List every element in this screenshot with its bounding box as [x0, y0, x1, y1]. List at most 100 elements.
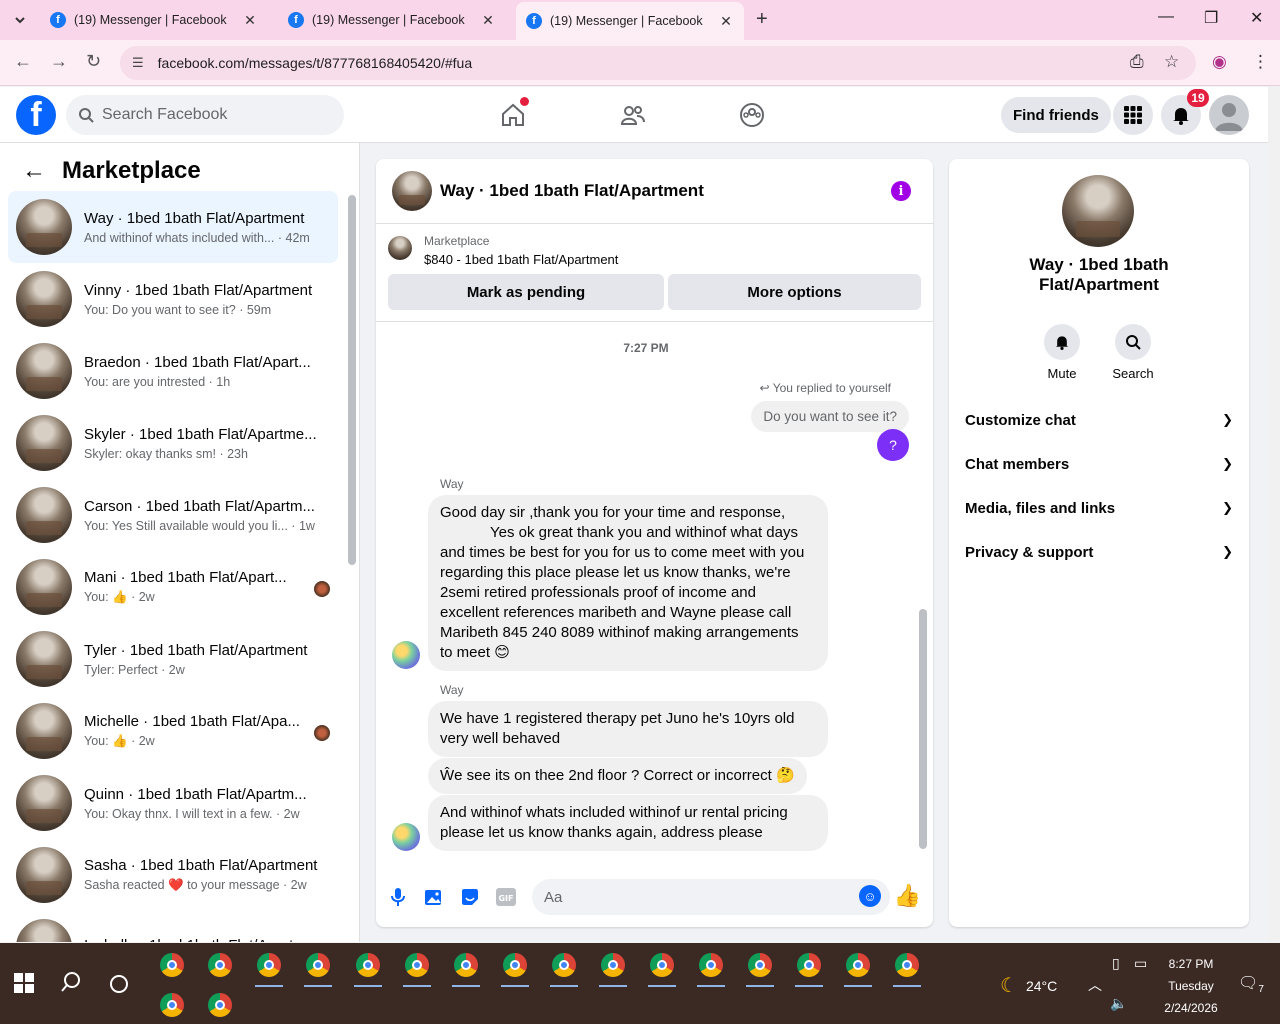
- browser-tab-active[interactable]: f (19) Messenger | Facebook ✕: [516, 2, 744, 40]
- paint-app-icon[interactable]: [154, 947, 190, 983]
- sender-avatar[interactable]: [392, 823, 420, 851]
- facebook-search-input[interactable]: Search Facebook: [66, 95, 344, 135]
- restore-icon[interactable]: ❐: [1204, 8, 1218, 28]
- message-bubble[interactable]: We have 1 registered therapy pet Juno he…: [428, 701, 828, 757]
- message-input[interactable]: Aa: [532, 879, 890, 915]
- replied-message-bubble[interactable]: Do you want to see it?: [751, 401, 909, 432]
- back-icon[interactable]: ←: [14, 51, 32, 72]
- chrome-app-icon[interactable]: [154, 987, 190, 1023]
- thumbs-up-icon[interactable]: 👍: [894, 883, 921, 909]
- bookmark-star-icon[interactable]: ☆: [1164, 52, 1179, 72]
- chrome-app-icon[interactable]: [546, 947, 582, 987]
- message-bubble[interactable]: Ŵe see its on thee 2nd floor ? Correct o…: [428, 758, 807, 794]
- chrome-app-icon[interactable]: [644, 947, 680, 987]
- close-window-icon[interactable]: ✕: [1250, 8, 1263, 28]
- chat-list-item[interactable]: Isabella · 1bed 1bath Flat/Apart...: [8, 911, 338, 942]
- site-info-icon[interactable]: ☰: [132, 55, 144, 71]
- close-tab-icon[interactable]: ✕: [480, 12, 496, 29]
- sender-avatar[interactable]: [392, 641, 420, 669]
- sticker-icon[interactable]: [458, 885, 482, 909]
- network-icon[interactable]: ▭: [1134, 955, 1147, 972]
- listing-price[interactable]: $840 - 1bed 1bath Flat/Apartment: [424, 252, 618, 267]
- chat-list-item[interactable]: Sasha · 1bed 1bath Flat/Apartment Sasha r…: [8, 839, 338, 911]
- tab-search-dropdown-icon[interactable]: [8, 8, 32, 32]
- listing-thumbnail[interactable]: [388, 236, 412, 260]
- windows-start-icon[interactable]: [14, 973, 34, 998]
- chat-list-scrollbar[interactable]: [348, 195, 356, 565]
- mark-as-pending-button[interactable]: Mark as pending: [388, 274, 664, 310]
- chrome-app-icon[interactable]: [350, 947, 386, 987]
- chrome-app-icon[interactable]: [840, 947, 876, 987]
- privacy-support-section[interactable]: Privacy & support ❯: [965, 530, 1233, 574]
- forward-icon[interactable]: →: [50, 51, 68, 72]
- browser-tab[interactable]: f (19) Messenger | Facebook ✕: [40, 4, 268, 36]
- taskbar-clock[interactable]: 8:27 PM Tuesday 2/24/2026: [1156, 953, 1226, 1019]
- chat-list-item[interactable]: Michelle · 1bed 1bath Flat/Apa... You: 👍 …: [8, 695, 338, 767]
- notification-center-icon[interactable]: 🗨7: [1238, 973, 1264, 995]
- chat-info-thumbnail[interactable]: [1062, 175, 1134, 247]
- emoji-icon[interactable]: ☺: [859, 885, 881, 907]
- message-bubble[interactable]: And withinof whats included withinof ur …: [428, 795, 828, 851]
- conversation-title[interactable]: Way · 1bed 1bath Flat/Apartment: [440, 181, 704, 201]
- chrome-app-icon[interactable]: [448, 947, 484, 987]
- customize-chat-section[interactable]: Customize chat ❯: [965, 398, 1233, 442]
- mute-button[interactable]: Mute: [1027, 324, 1097, 381]
- new-tab-icon[interactable]: +: [756, 8, 768, 31]
- weather-widget[interactable]: ☾ 24°C: [1000, 973, 1057, 998]
- browser-tab[interactable]: f (19) Messenger | Facebook ✕: [278, 4, 506, 36]
- close-tab-icon[interactable]: ✕: [242, 12, 258, 29]
- chrome-app-icon[interactable]: [791, 947, 827, 987]
- chat-list-item[interactable]: Mani · 1bed 1bath Flat/Apart... You: 👍 · …: [8, 551, 338, 623]
- profile-icon[interactable]: ◉: [1212, 52, 1227, 72]
- chat-members-section[interactable]: Chat members ❯: [965, 442, 1233, 486]
- chrome-app-icon[interactable]: [889, 947, 925, 987]
- find-friends-button[interactable]: Find friends: [1001, 97, 1111, 133]
- chrome-app-icon[interactable]: [202, 947, 238, 983]
- chrome-app-icon[interactable]: [693, 947, 729, 987]
- home-icon[interactable]: [499, 97, 529, 129]
- microphone-icon[interactable]: [386, 885, 410, 909]
- chat-list-item[interactable]: Way · 1bed 1bath Flat/Apartment And withi…: [8, 191, 338, 263]
- chat-list-item[interactable]: Tyler · 1bed 1bath Flat/Apartment Tyler: …: [8, 623, 338, 695]
- notifications-bell-icon[interactable]: 19: [1161, 89, 1209, 135]
- media-files-links-section[interactable]: Media, files and links ❯: [965, 486, 1233, 530]
- show-hidden-icons-icon[interactable]: ︿: [1088, 975, 1102, 995]
- chrome-app-icon[interactable]: [399, 947, 435, 987]
- chat-list-item[interactable]: Braedon · 1bed 1bath Flat/Apart... You: a…: [8, 335, 338, 407]
- back-arrow-icon[interactable]: ←: [22, 157, 46, 185]
- menu-grid-icon[interactable]: [1113, 95, 1153, 135]
- volume-icon[interactable]: 🔈: [1110, 995, 1127, 1012]
- chrome-app-icon[interactable]: [251, 947, 287, 987]
- chat-list-item[interactable]: Carson · 1bed 1bath Flat/Apartm... You: Y…: [8, 479, 338, 551]
- chat-list-item[interactable]: Vinny · 1bed 1bath Flat/Apartment You: Do…: [8, 263, 338, 335]
- photo-icon[interactable]: [422, 885, 446, 909]
- chrome-app-icon[interactable]: [202, 987, 238, 1023]
- address-bar[interactable]: ☰ facebook.com/messages/t/87776816840542…: [120, 46, 1196, 80]
- chrome-app-icon[interactable]: [497, 947, 533, 987]
- gif-icon[interactable]: GIF: [494, 885, 518, 909]
- reload-icon[interactable]: ↻: [86, 51, 101, 72]
- chat-list-item[interactable]: Skyler · 1bed 1bath Flat/Apartme... Skyle…: [8, 407, 338, 479]
- conversation-thumbnail[interactable]: [392, 171, 432, 211]
- account-avatar[interactable]: [1209, 95, 1249, 135]
- close-tab-icon[interactable]: ✕: [718, 13, 734, 30]
- menu-dots-icon[interactable]: ⋮: [1252, 52, 1269, 72]
- conversation-scrollbar[interactable]: [919, 609, 927, 849]
- chrome-app-icon[interactable]: [300, 947, 336, 987]
- chrome-app-icon[interactable]: [595, 947, 631, 987]
- facebook-logo-icon[interactable]: f: [16, 95, 56, 135]
- minimize-icon[interactable]: —: [1158, 8, 1174, 26]
- friends-icon[interactable]: [619, 101, 647, 129]
- own-message-bubble[interactable]: ?: [877, 429, 909, 461]
- groups-icon[interactable]: [738, 101, 766, 129]
- chat-list-item[interactable]: Quinn · 1bed 1bath Flat/Apartm... You: Ok…: [8, 767, 338, 839]
- task-view-icon[interactable]: [110, 975, 128, 993]
- chrome-app-icon[interactable]: [742, 947, 778, 987]
- install-app-icon[interactable]: ⎙: [1130, 52, 1144, 72]
- message-bubble[interactable]: Good day sir ,thank you for your time an…: [428, 495, 828, 671]
- taskbar-search-icon[interactable]: [60, 971, 82, 999]
- search-in-chat-button[interactable]: Search: [1098, 324, 1168, 381]
- info-icon[interactable]: i: [891, 181, 911, 201]
- more-options-button[interactable]: More options: [668, 274, 921, 310]
- tray-device-icon[interactable]: ▯: [1112, 955, 1120, 972]
